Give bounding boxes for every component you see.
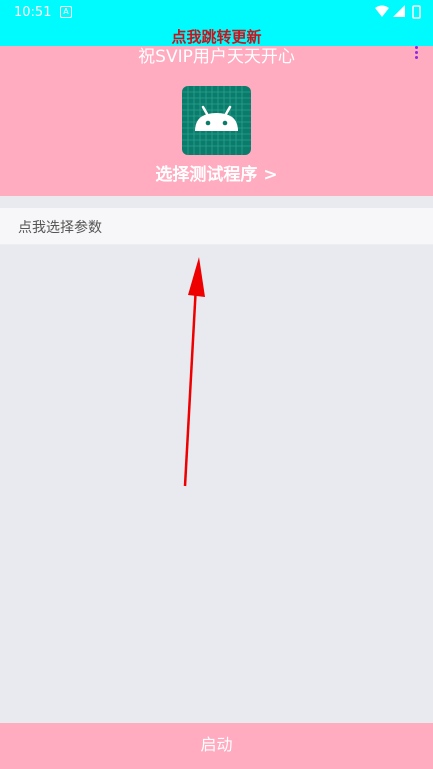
start-button[interactable]: 启动 (0, 723, 433, 769)
choose-program-link[interactable]: 选择测试程序 > (0, 160, 433, 185)
signal-icon (393, 5, 405, 17)
android-notification-icon: A (60, 6, 72, 18)
param-label: 点我选择参数 (18, 220, 102, 236)
overflow-menu-icon[interactable] (411, 46, 421, 64)
battery-icon (412, 5, 421, 19)
status-icons (375, 5, 421, 19)
status-time: 10:51 (14, 5, 52, 20)
param-selector[interactable]: 点我选择参数 (0, 208, 433, 245)
wifi-icon (375, 5, 389, 17)
update-link[interactable]: 点我跳转更新 (0, 26, 433, 47)
android-app-icon[interactable] (182, 86, 251, 155)
start-label: 启动 (200, 737, 233, 754)
red-arrow-icon (183, 257, 205, 487)
header: 祝SVIP用户天天开心 选择测试程序 > (0, 46, 433, 196)
